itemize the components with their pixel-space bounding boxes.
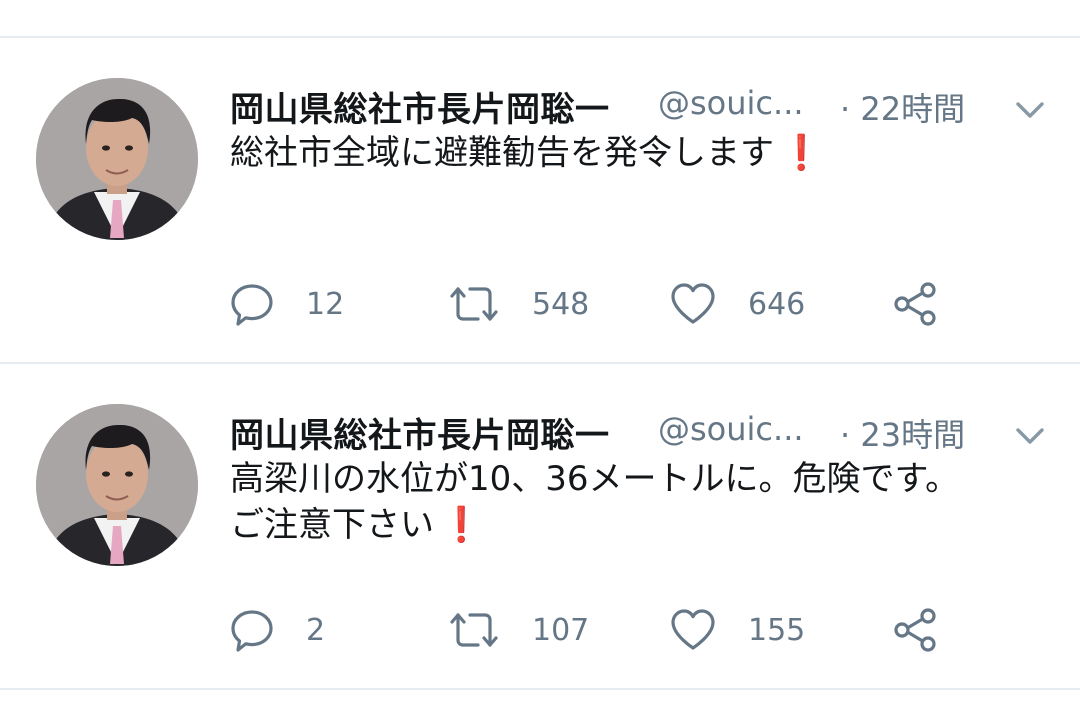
heart-outline-icon [668, 606, 718, 654]
share-button[interactable] [890, 274, 940, 334]
tweet-actions: 2 107 155 [228, 600, 1008, 660]
exclamation-emoji: ❗ [780, 133, 823, 173]
retweet-arrows-icon [446, 606, 502, 654]
reply-button[interactable]: 2 [228, 600, 325, 660]
user-handle[interactable]: @souic... [658, 410, 828, 448]
user-handle[interactable]: @souic... [658, 84, 828, 122]
tweet-header: 岡山県総社市長片岡聡一 @souic... · 22時間 [230, 78, 1050, 138]
retweet-arrows-icon [446, 280, 502, 328]
share-nodes-icon [890, 279, 940, 329]
like-count: 646 [748, 286, 806, 322]
retweet-button[interactable]: 548 [446, 274, 589, 334]
tweet-body: 高梁川の水位が10、36メートルに。危険です。 ご注意下さい [230, 459, 960, 545]
reply-button[interactable]: 12 [228, 274, 344, 334]
chevron-down-icon[interactable] [1010, 92, 1050, 128]
like-button[interactable]: 155 [668, 600, 805, 660]
like-button[interactable]: 646 [668, 274, 805, 334]
tweet-text: 高梁川の水位が10、36メートルに。危険です。 ご注意下さい ❗ [230, 456, 1050, 548]
chevron-down-icon[interactable] [1010, 418, 1050, 454]
tweet-card[interactable]: 岡山県総社市長片岡聡一 @souic... · 23時間 高梁川の水位が10、3… [0, 364, 1080, 688]
tweet-card[interactable]: 岡山県総社市長片岡聡一 @souic... · 22時間 総社市全域に避難勧告を… [0, 38, 1080, 362]
tweet-feed: 岡山県総社市長片岡聡一 @souic... · 22時間 総社市全域に避難勧告を… [0, 0, 1080, 720]
speech-bubble-icon [228, 606, 276, 654]
tweet-body: 総社市全域に避難勧告を発令します [230, 133, 774, 173]
exclamation-emoji: ❗ [440, 505, 483, 545]
avatar[interactable] [36, 78, 198, 240]
tweet-header: 岡山県総社市長片岡聡一 @souic... · 23時間 [230, 404, 1050, 464]
timestamp[interactable]: · 22時間 [840, 84, 965, 130]
tweet-text: 総社市全域に避難勧告を発令します ❗ [230, 130, 1050, 176]
reply-count: 12 [306, 286, 345, 322]
timestamp[interactable]: · 23時間 [840, 410, 965, 456]
retweet-count: 107 [532, 612, 590, 648]
speech-bubble-icon [228, 280, 276, 328]
avatar[interactable] [36, 404, 198, 566]
retweet-button[interactable]: 107 [446, 600, 589, 660]
like-count: 155 [748, 612, 806, 648]
divider [0, 688, 1080, 690]
display-name[interactable]: 岡山県総社市長片岡聡一 [230, 408, 610, 457]
heart-outline-icon [668, 280, 718, 328]
tweet-actions: 12 548 646 [228, 274, 1008, 334]
share-nodes-icon [890, 605, 940, 655]
share-button[interactable] [890, 600, 940, 660]
retweet-count: 548 [532, 286, 590, 322]
display-name[interactable]: 岡山県総社市長片岡聡一 [230, 82, 610, 131]
reply-count: 2 [306, 612, 326, 648]
